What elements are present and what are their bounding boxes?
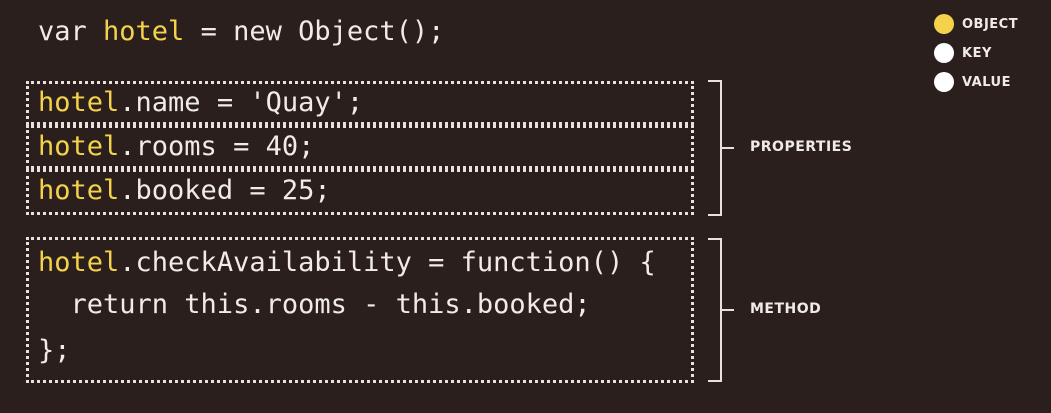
method-bracket [708, 238, 722, 382]
legend-object-label: OBJECT [962, 16, 1019, 32]
method-label: METHOD [750, 301, 822, 317]
legend-value: VALUE [934, 72, 1011, 92]
property-line-booked: hotel.booked = 25; [38, 174, 331, 208]
property-line-name: hotel.name = 'Quay'; [38, 86, 363, 120]
object-declaration-line: var hotel = new Object(); [38, 15, 444, 49]
legend-key-label: KEY [962, 45, 992, 61]
method-line-3: }; [38, 335, 71, 366]
properties-bracket [708, 80, 722, 216]
var-keyword: var [38, 16, 104, 47]
property-key-value: .rooms = 40; [119, 131, 315, 162]
object-name: hotel [103, 16, 185, 47]
value-dot-icon [934, 72, 954, 92]
legend-key: KEY [934, 43, 992, 63]
object-dot-icon [934, 14, 954, 34]
object-name: hotel [38, 87, 120, 118]
legend-object: OBJECT [934, 14, 1018, 34]
declaration-rest: = new Object(); [184, 16, 445, 47]
key-dot-icon [934, 43, 954, 63]
method-line-2: return this.rooms - this.booked; [38, 289, 591, 320]
legend-value-label: VALUE [962, 74, 1011, 90]
object-name: hotel [38, 247, 120, 278]
properties-bracket-tick [722, 147, 734, 149]
property-key-value: .booked = 25; [119, 175, 331, 206]
method-line-1: hotel.checkAvailability = function() { [38, 246, 656, 280]
method-signature: .checkAvailability = function() { [119, 247, 656, 278]
object-name: hotel [38, 175, 120, 206]
method-bracket-tick [722, 309, 734, 311]
property-key-value: .name = 'Quay'; [119, 87, 364, 118]
object-name: hotel [38, 131, 120, 162]
properties-label: PROPERTIES [750, 139, 853, 155]
property-line-rooms: hotel.rooms = 40; [38, 130, 314, 164]
